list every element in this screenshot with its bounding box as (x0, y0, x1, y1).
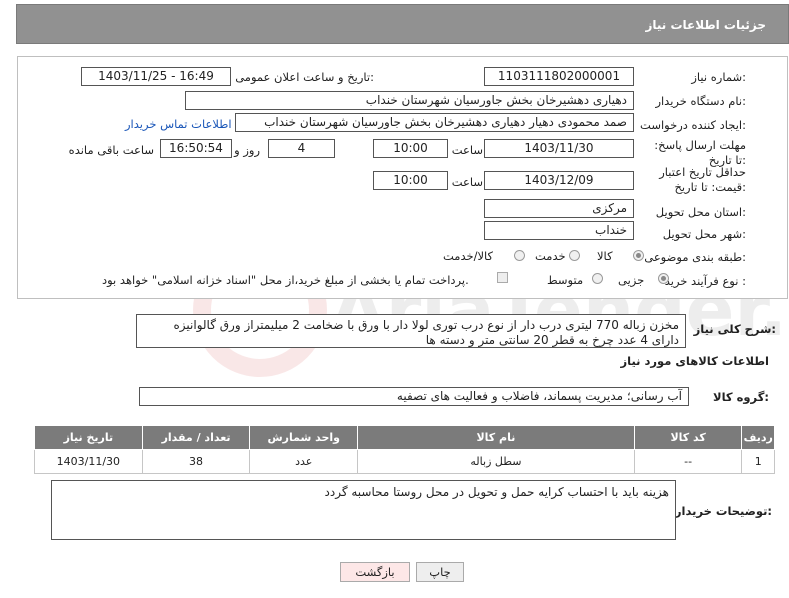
need-number-field: 1103111802000001 (484, 67, 634, 86)
cell-unit: عدد (249, 449, 359, 474)
header-item-name: نام کالا (357, 425, 635, 450)
goods-info-title: اطلاعات کالاهای مورد نیاز (620, 354, 769, 368)
category-radio-service[interactable] (569, 250, 580, 261)
process-label: نوع فرآیند خرید : (664, 274, 746, 288)
validity-label: حداقل تاریخ اعتبار قیمت: تا تاریخ: (659, 165, 746, 194)
remaining-label: ساعت باقی مانده (68, 143, 154, 157)
payment-note: پرداخت تمام یا بخشی از مبلغ خرید،از محل … (102, 273, 469, 287)
header-quantity: تعداد / مقدار (141, 425, 251, 450)
payment-checkbox[interactable] (497, 272, 508, 283)
validity-date-field: 1403/12/09 (484, 171, 634, 190)
reply-time-field: 10:00 (373, 139, 448, 158)
table-row[interactable]: 1 -- سطل زباله عدد 38 1403/11/30 (34, 449, 775, 474)
category-option-goods-service: کالا/خدمت (443, 249, 494, 263)
goods-group-field: آب رسانی؛ مدیریت پسماند، فاضلاب و فعالیت… (139, 387, 689, 406)
province-label: استان محل تحویل: (655, 205, 746, 219)
goods-group-label: گروه کالا: (713, 390, 769, 404)
validity-time-label: ساعت (451, 175, 483, 189)
validity-time-field: 10:00 (373, 171, 448, 190)
description-label: شرح کلی نیاز: (693, 322, 776, 336)
days-field: 4 (268, 139, 335, 158)
process-radio-minor[interactable] (658, 273, 669, 284)
reply-date-field: 1403/11/30 (484, 139, 634, 158)
need-number-label: شماره نیاز: (691, 70, 746, 84)
back-button[interactable]: بازگشت (340, 562, 410, 582)
category-radio-goods-service[interactable] (514, 250, 525, 261)
buyer-org-label: نام دستگاه خریدار: (655, 94, 746, 108)
process-radio-medium[interactable] (592, 273, 603, 284)
header-row-number: ردیف (741, 425, 775, 450)
goods-table: ردیف کد کالا نام کالا واحد شمارش تعداد /… (34, 425, 775, 474)
header-item-code: کد کالا (633, 425, 743, 450)
province-field: مرکزی (484, 199, 634, 218)
remaining-time-field: 16:50:54 (160, 139, 232, 158)
creator-label: ایجاد کننده درخواست: (640, 118, 746, 132)
category-option-service: خدمت (535, 249, 566, 263)
header-need-date: تاریخ نیاز (34, 425, 143, 450)
city-label: شهر محل تحویل: (662, 227, 746, 241)
reply-deadline-label: مهلت ارسال پاسخ: تا تاریخ: (654, 138, 746, 167)
cell-row-number: 1 (741, 449, 775, 474)
city-field: خنداب (484, 221, 634, 240)
process-option-medium: متوسط (547, 273, 584, 287)
category-option-goods: کالا (597, 249, 613, 263)
process-option-minor: جزیی (618, 273, 645, 287)
creator-field: صمد محمودی دهیار دهیاری دهشیرخان بخش جاو… (235, 113, 634, 132)
announce-label: تاریخ و ساعت اعلان عمومی: (235, 70, 374, 84)
header-unit: واحد شمارش (249, 425, 359, 450)
table-header-row: ردیف کد کالا نام کالا واحد شمارش تعداد /… (34, 425, 775, 450)
cell-item-code: -- (633, 449, 743, 474)
buyer-contact-link[interactable]: اطلاعات تماس خریدار (125, 117, 232, 131)
page-title: جزئیات اطلاعات نیاز (645, 18, 766, 32)
buyer-org-field: دهیاری دهشیرخان بخش جاورسیان شهرستان خند… (185, 91, 634, 110)
cell-quantity: 38 (141, 449, 251, 474)
page-header: جزئیات اطلاعات نیاز (16, 4, 789, 44)
category-radio-goods[interactable] (633, 250, 644, 261)
buyer-notes-textarea[interactable]: هزینه باید با احتساب کرایه حمل و تحویل د… (51, 480, 676, 540)
print-button[interactable]: چاپ (416, 562, 464, 582)
category-label: طبقه بندی موضوعی: (644, 250, 746, 264)
description-textarea[interactable]: مخزن زباله 770 لیتری درب دار از نوع درب … (136, 314, 686, 348)
buyer-notes-label: توضیحات خریدار: (674, 504, 772, 518)
reply-time-label: ساعت (451, 143, 483, 157)
announce-field: 1403/11/25 - 16:49 (81, 67, 231, 86)
days-label: روز و (234, 143, 260, 157)
cell-need-date: 1403/11/30 (34, 449, 143, 474)
cell-item-name: سطل زباله (357, 449, 635, 474)
